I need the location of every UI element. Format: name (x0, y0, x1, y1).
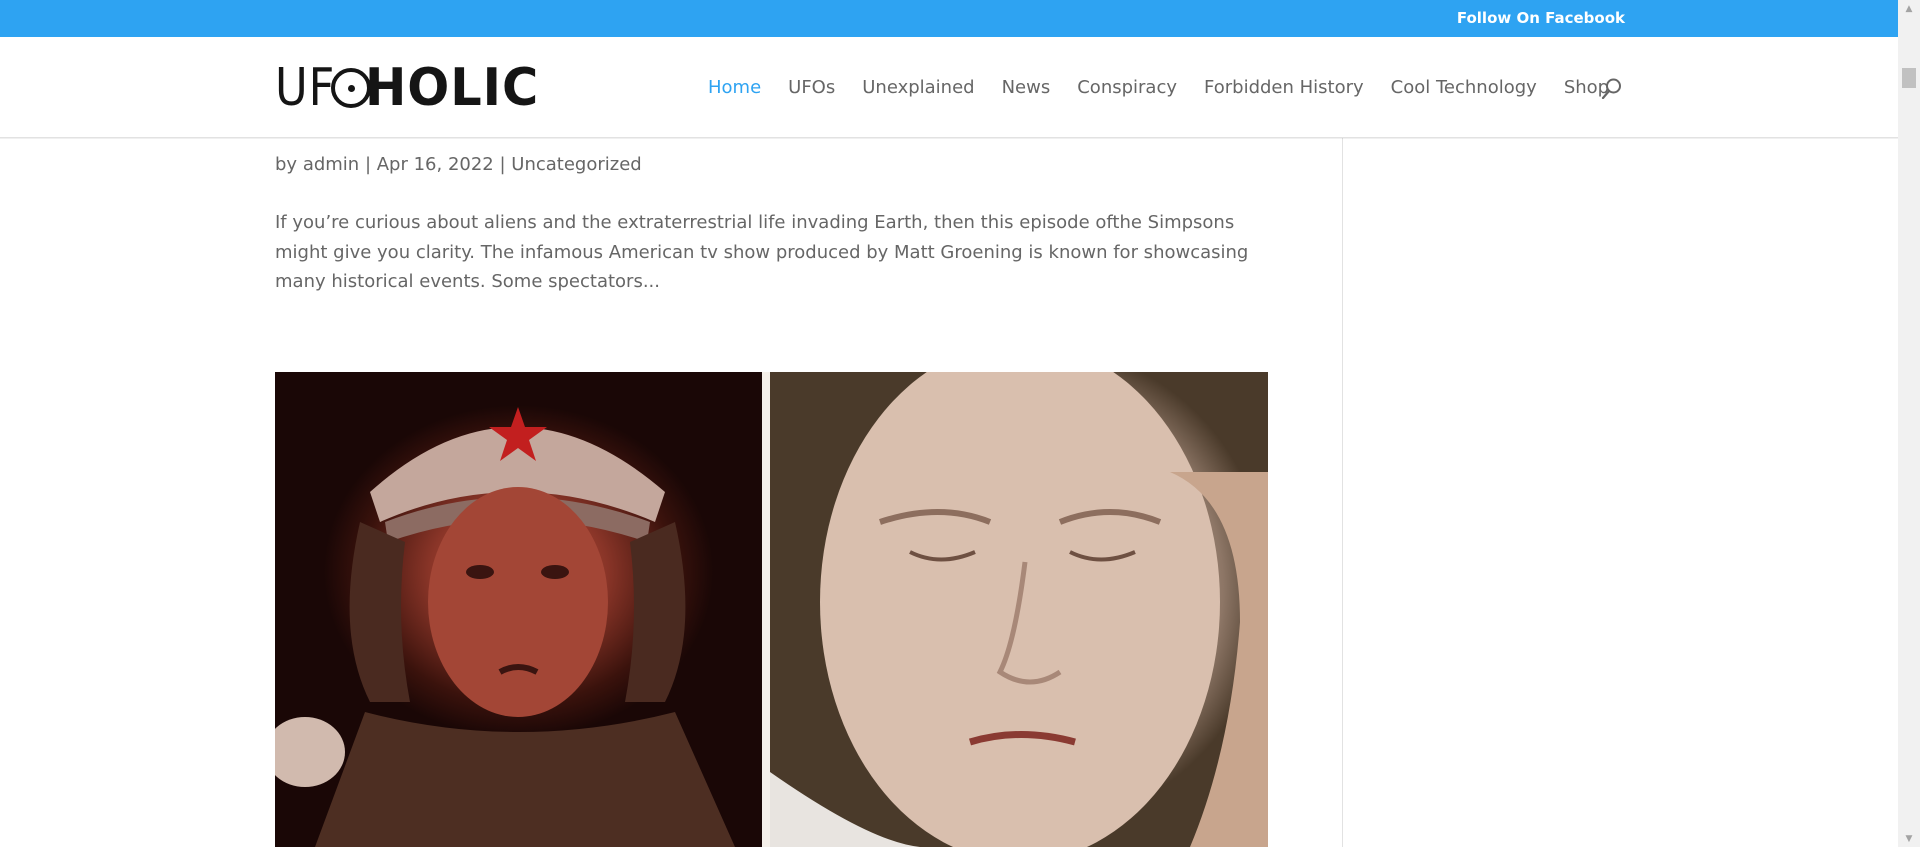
scroll-up-arrow-icon[interactable]: ▲ (1898, 0, 1920, 17)
site-logo[interactable]: UF HOLIC (275, 58, 565, 118)
top-bar: Follow On Facebook (0, 0, 1898, 37)
photo-firefighter-helmet (275, 372, 762, 847)
post-date: Apr 16, 2022 (376, 154, 494, 175)
photo-man-eyes-closed (770, 372, 1268, 847)
logo-text-bold: HOLIC (364, 58, 540, 118)
firefighter-illustration (275, 407, 735, 847)
post-meta-by: by (275, 154, 303, 175)
site-header: UF HOLIC Home UFOs Unexplained News Cons… (0, 37, 1898, 138)
nav-item-home[interactable]: Home (708, 77, 761, 98)
image-divider (762, 372, 770, 847)
search-icon[interactable] (1601, 77, 1623, 99)
post-featured-image[interactable] (275, 372, 1268, 847)
scroll-down-arrow-icon[interactable]: ▼ (1898, 830, 1920, 847)
post-category-link[interactable]: Uncategorized (511, 154, 641, 175)
logo-text-light: UF (275, 58, 336, 118)
nav-item-news[interactable]: News (1002, 77, 1051, 98)
post-meta-separator: | (493, 154, 512, 175)
post-author-link[interactable]: admin (303, 154, 359, 175)
post-meta: by admin | Apr 16, 2022 | Uncategorized (275, 154, 642, 175)
main-nav: Home UFOs Unexplained News Conspiracy Fo… (708, 37, 1636, 137)
nav-item-ufos[interactable]: UFOs (788, 77, 835, 98)
nav-item-cool-technology[interactable]: Cool Technology (1391, 77, 1537, 98)
scrollbar-thumb[interactable] (1902, 68, 1916, 88)
sidebar-divider (1342, 137, 1343, 847)
follow-on-facebook-link[interactable]: Follow On Facebook (1457, 0, 1625, 37)
nav-item-conspiracy[interactable]: Conspiracy (1077, 77, 1177, 98)
post-meta-separator: | (359, 154, 377, 175)
man-face-illustration (770, 372, 1268, 847)
post-excerpt: If you’re curious about aliens and the e… (275, 212, 1249, 292)
nav-item-forbidden-history[interactable]: Forbidden History (1204, 77, 1364, 98)
nav-item-unexplained[interactable]: Unexplained (862, 77, 974, 98)
vertical-scrollbar[interactable]: ▲ ▼ (1898, 0, 1920, 847)
